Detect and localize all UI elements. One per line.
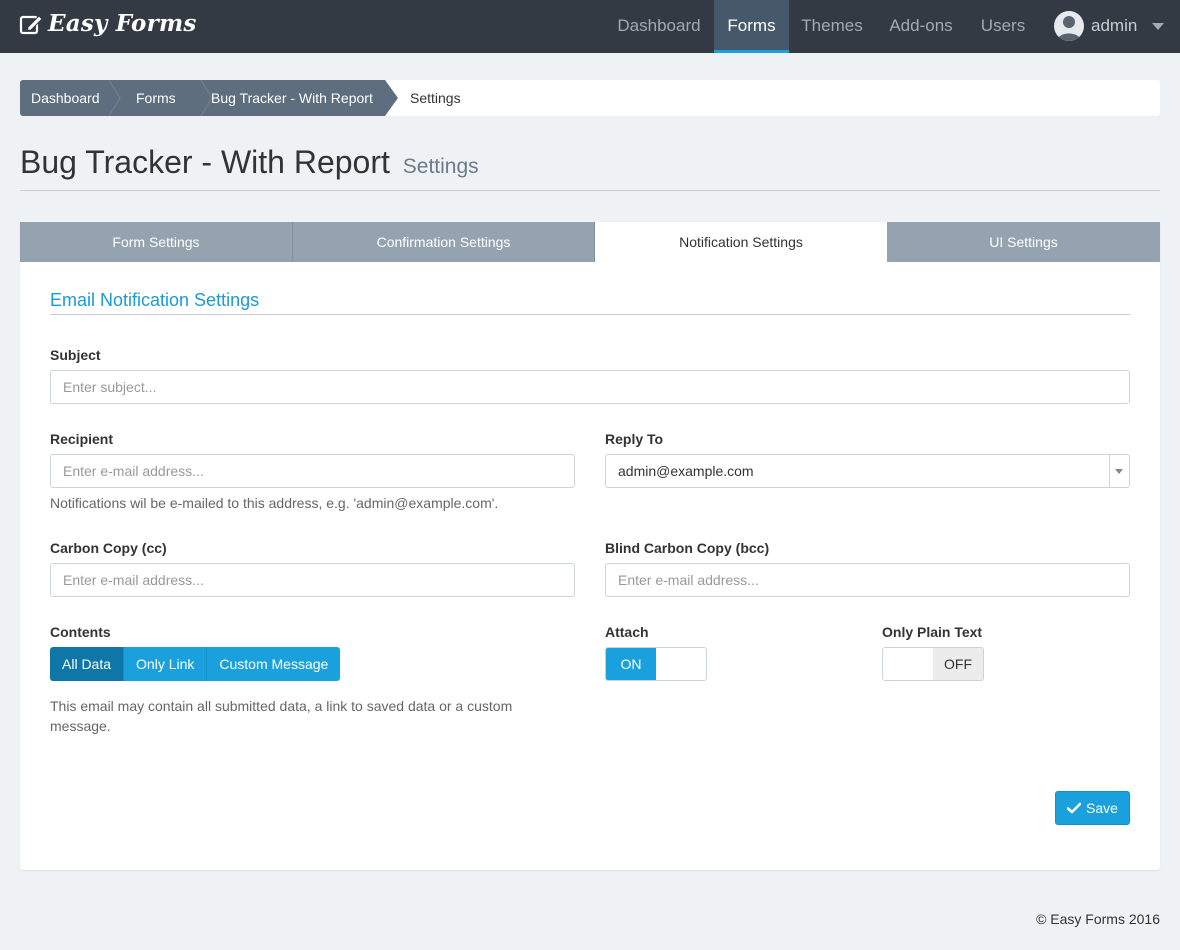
contents-custom-message-button[interactable]: Custom Message — [207, 647, 341, 681]
top-navbar: Easy Forms Dashboard Forms Themes Add-on… — [0, 0, 1180, 53]
attach-toggle[interactable]: ON — [605, 647, 707, 681]
nav-themes[interactable]: Themes — [789, 0, 875, 53]
reply-to-label: Reply To — [605, 431, 664, 447]
tab-ui-settings[interactable]: UI Settings — [887, 222, 1160, 262]
contents-label: Contents — [50, 624, 111, 640]
settings-panel: Form Settings Confirmation Settings Noti… — [20, 222, 1160, 870]
subject-label: Subject — [50, 347, 101, 363]
section-divider — [50, 314, 1130, 315]
nav-forms[interactable]: Forms — [714, 0, 789, 53]
contents-help: This email may contain all submitted dat… — [50, 698, 513, 734]
avatar — [1054, 11, 1084, 41]
select-separator — [1109, 455, 1110, 487]
contents-only-link-button[interactable]: Only Link — [124, 647, 208, 681]
user-menu[interactable]: admin — [1054, 11, 1165, 41]
recipient-help: Notifications wil be e-mailed to this ad… — [50, 495, 499, 511]
plain-text-label: Only Plain Text — [882, 624, 983, 640]
nav-dashboard[interactable]: Dashboard — [605, 0, 713, 53]
breadcrumb-current: Settings — [410, 90, 461, 106]
page-title-text: Bug Tracker - With Report — [20, 144, 390, 180]
section-title: Email Notification Settings — [50, 290, 260, 310]
attach-label: Attach — [605, 624, 649, 640]
bcc-input[interactable]: Enter e-mail address... — [605, 563, 1130, 597]
cc-input[interactable]: Enter e-mail address... — [50, 563, 575, 597]
recipient-input[interactable]: Enter e-mail address... — [50, 454, 575, 488]
cc-label: Carbon Copy (cc) — [50, 540, 167, 556]
page-title: Bug Tracker - With Report Settings — [20, 144, 479, 181]
user-name: admin — [1091, 16, 1138, 35]
chevron-down-icon — [1115, 469, 1123, 474]
footer-copyright: © Easy Forms 2016 — [1036, 911, 1160, 927]
nav-users[interactable]: Users — [967, 0, 1039, 53]
page-subtitle: Settings — [402, 155, 479, 178]
tab-confirmation-settings[interactable]: Confirmation Settings — [293, 222, 595, 262]
breadcrumb: Dashboard Forms Bug Tracker - With Repor… — [20, 80, 1160, 116]
check-icon — [1067, 802, 1082, 814]
brand-name: Easy Forms — [48, 10, 197, 37]
brand-logo[interactable]: Easy Forms — [18, 10, 197, 37]
subject-input[interactable]: Enter subject... — [50, 370, 1130, 404]
save-button-label: Save — [1086, 800, 1118, 816]
plain-text-toggle-state: OFF — [933, 648, 983, 680]
contents-all-data-button[interactable]: All Data — [50, 647, 125, 681]
chevron-down-icon — [1152, 22, 1165, 30]
settings-tabs: Form Settings Confirmation Settings Noti… — [20, 222, 1160, 262]
bcc-label: Blind Carbon Copy (bcc) — [605, 540, 770, 556]
recipient-label: Recipient — [50, 431, 114, 447]
edit-icon — [19, 14, 43, 34]
nav-add-ons[interactable]: Add-ons — [875, 0, 967, 53]
reply-to-value: admin@example.com — [618, 463, 754, 479]
tab-form-settings[interactable]: Form Settings — [20, 222, 293, 262]
title-divider — [20, 190, 1160, 191]
attach-toggle-state: ON — [606, 648, 656, 680]
reply-to-select[interactable]: admin@example.com — [605, 454, 1130, 488]
user-icon — [1057, 16, 1081, 41]
plain-text-toggle[interactable]: OFF — [882, 647, 984, 681]
save-button[interactable]: Save — [1055, 791, 1130, 825]
tab-notification-settings[interactable]: Notification Settings — [595, 222, 887, 262]
contents-button-group: All Data Only Link Custom Message — [50, 647, 341, 681]
